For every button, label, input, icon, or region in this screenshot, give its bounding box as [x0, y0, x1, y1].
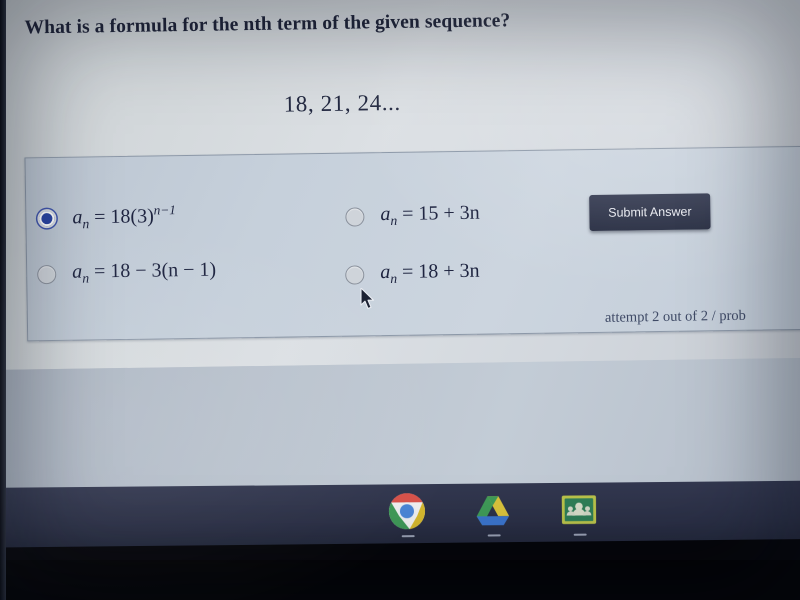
- taskbar-app-chrome[interactable]: [388, 492, 428, 538]
- radio-button-c[interactable]: [345, 206, 365, 227]
- radio-button-a[interactable]: [37, 208, 57, 229]
- photo-dark-border-bottom: [0, 560, 800, 600]
- answer-choice-d[interactable]: an = 18 + 3n: [345, 260, 480, 288]
- google-classroom-icon: [560, 491, 598, 529]
- photo-of-screen: What is a formula for the nth term of th…: [0, 0, 800, 600]
- answer-choice-c[interactable]: an = 15 + 3n: [345, 202, 480, 230]
- chrome-icon: [388, 492, 426, 530]
- google-drive-icon: [474, 491, 512, 529]
- submit-answer-button[interactable]: Submit Answer: [589, 193, 711, 232]
- attempt-counter: attempt 2 out of 2 / prob: [604, 307, 746, 326]
- answer-formula-b: an = 18 − 3(n − 1): [72, 258, 217, 286]
- question-prompt: What is a formula for the nth term of th…: [24, 10, 511, 39]
- mouse-cursor: [360, 288, 375, 310]
- taskbar-app-drive[interactable]: [474, 491, 514, 537]
- answer-choice-b[interactable]: an = 18 − 3(n − 1): [37, 259, 216, 288]
- app-running-indicator: [573, 533, 587, 536]
- photo-dark-border-left: [0, 0, 6, 600]
- radio-button-b[interactable]: [37, 264, 57, 284]
- app-running-indicator: [401, 534, 415, 538]
- app-running-indicator: [487, 533, 501, 537]
- radio-button-d[interactable]: [345, 264, 365, 285]
- answer-choice-a[interactable]: an = 18(3)n−1: [37, 202, 176, 233]
- question-sheet: What is a formula for the nth term of th…: [0, 0, 800, 370]
- sequence-text: 18, 21, 24...: [283, 89, 401, 117]
- answer-formula-c: an = 15 + 3n: [380, 201, 480, 229]
- page-footer-area: Privacy Policy Terms of Service Copyrigh…: [0, 357, 800, 500]
- taskbar-app-classroom[interactable]: [560, 491, 600, 537]
- answer-formula-a: an = 18(3)n−1: [72, 202, 176, 232]
- answer-formula-d: an = 18 + 3n: [380, 259, 480, 287]
